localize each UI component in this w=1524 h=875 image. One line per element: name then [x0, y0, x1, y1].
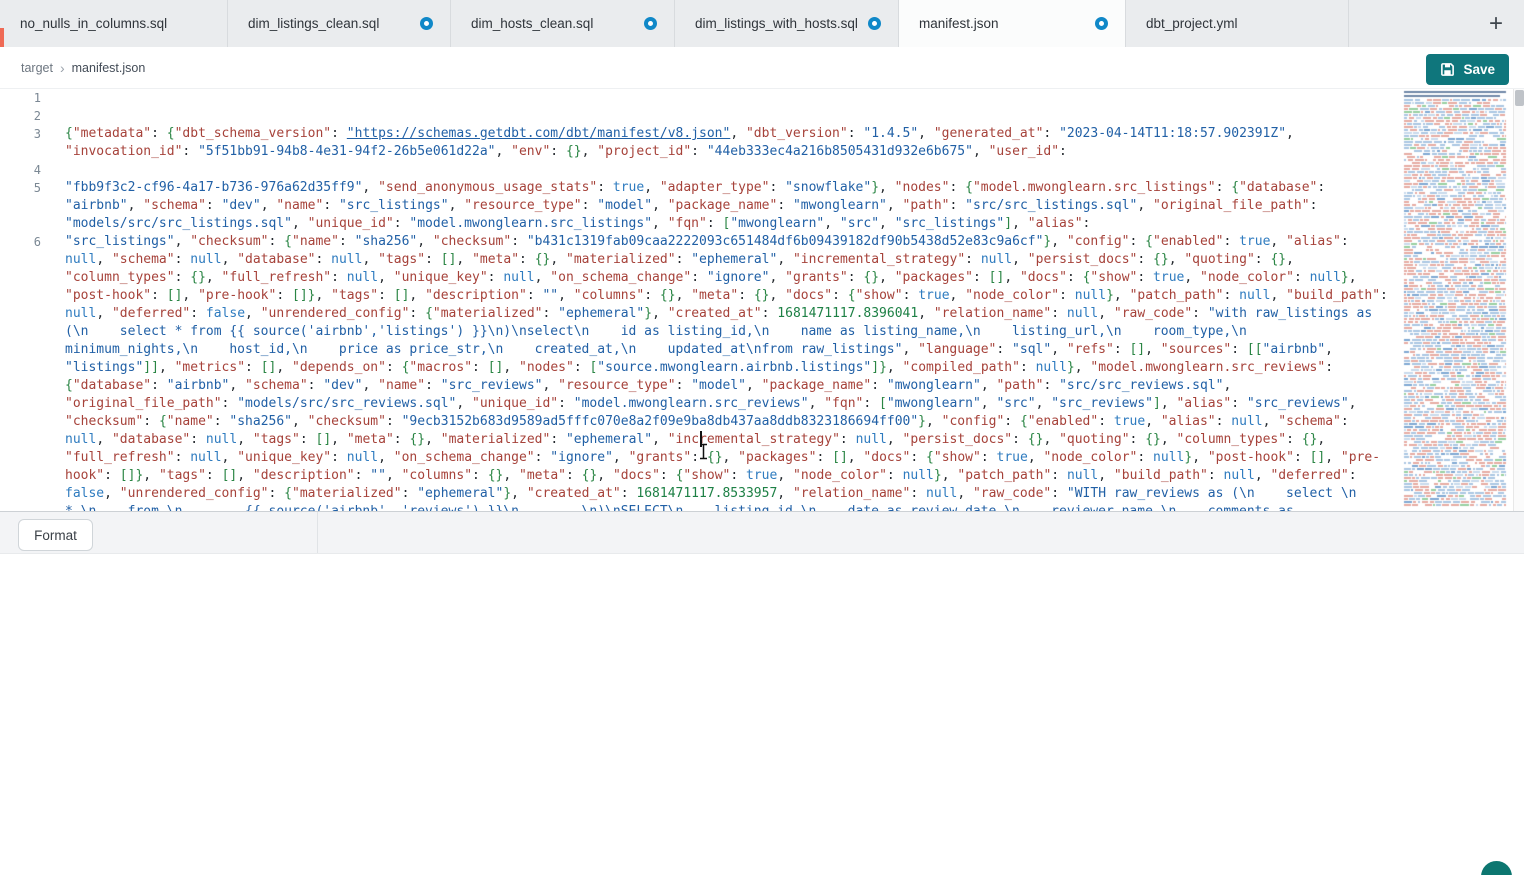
line-number: 5: [0, 179, 41, 197]
code-line[interactable]: 2: [0, 107, 1398, 125]
tab-label: no_nulls_in_columns.sql: [20, 16, 167, 31]
line-number: 6: [0, 233, 41, 251]
tab[interactable]: dim_hosts_clean.sql: [451, 0, 675, 47]
minimap[interactable]: [1400, 89, 1513, 511]
breadcrumb-file: manifest.json: [72, 61, 146, 75]
tab-label: dim_listings_with_hosts.sql: [695, 16, 858, 31]
format-bar: Format: [0, 511, 1524, 553]
breadcrumb: target › manifest.json: [21, 47, 145, 89]
panel-edge-indicator: [0, 28, 4, 48]
ibeam-cursor-icon: [698, 443, 709, 465]
line-number: 2: [0, 107, 41, 125]
tab-label: dim_listings_clean.sql: [248, 16, 379, 31]
modified-dot-icon[interactable]: [1095, 17, 1108, 30]
code-line[interactable]: 1: [0, 89, 1398, 107]
editor-scrollbar[interactable]: [1513, 89, 1524, 511]
breadcrumb-folder: target: [21, 61, 53, 75]
modified-dot-icon[interactable]: [644, 17, 657, 30]
code-line[interactable]: 6 "src_listings", "checksum": {"name": "s…: [0, 233, 1398, 511]
line-number: 1: [0, 89, 41, 107]
chevron-right-icon: ›: [60, 61, 65, 75]
line-text[interactable]: "fbb9f3c2-cf96-4a17-b736-976a62d35ff9", …: [65, 179, 1392, 233]
tab[interactable]: dim_listings_with_hosts.sql: [675, 0, 899, 47]
tab[interactable]: dbt_project.yml: [1126, 0, 1349, 47]
tab-label: dbt_project.yml: [1146, 16, 1238, 31]
line-text[interactable]: [65, 161, 1392, 179]
save-icon: [1440, 62, 1455, 77]
line-text[interactable]: [65, 89, 1392, 107]
tab[interactable]: dim_listings_clean.sql: [228, 0, 451, 47]
results-panel: [0, 553, 1524, 875]
scrollbar-thumb[interactable]: [1515, 90, 1524, 106]
line-text[interactable]: {"metadata": {"dbt_schema_version": "htt…: [65, 125, 1392, 161]
code-line[interactable]: 4: [0, 161, 1398, 179]
pane-divider: [317, 512, 318, 554]
file-toolbar: target › manifest.json Save: [0, 47, 1524, 89]
code-line[interactable]: 3 {"metadata": {"dbt_schema_version": "ht…: [0, 125, 1398, 161]
tab-label: manifest.json: [919, 16, 999, 31]
line-text[interactable]: "src_listings", "checksum": {"name": "sh…: [65, 233, 1392, 511]
line-number: 4: [0, 161, 41, 179]
save-label: Save: [1463, 62, 1495, 77]
save-button[interactable]: Save: [1426, 54, 1509, 85]
dbt-ide-window: no_nulls_in_columns.sql dim_listings_cle…: [0, 0, 1524, 875]
tab-bar: no_nulls_in_columns.sql dim_listings_cle…: [0, 0, 1524, 47]
format-button[interactable]: Format: [18, 519, 93, 551]
line-text[interactable]: [65, 107, 1392, 125]
code-line[interactable]: 5 "fbb9f3c2-cf96-4a17-b736-976a62d35ff9",…: [0, 179, 1398, 233]
modified-dot-icon[interactable]: [420, 17, 433, 30]
new-tab-button[interactable]: +: [1476, 0, 1516, 47]
tab[interactable]: no_nulls_in_columns.sql: [0, 0, 228, 47]
line-number: 3: [0, 125, 41, 143]
tab-label: dim_hosts_clean.sql: [471, 16, 593, 31]
tab[interactable]: manifest.json: [899, 0, 1126, 47]
modified-dot-icon[interactable]: [868, 17, 881, 30]
